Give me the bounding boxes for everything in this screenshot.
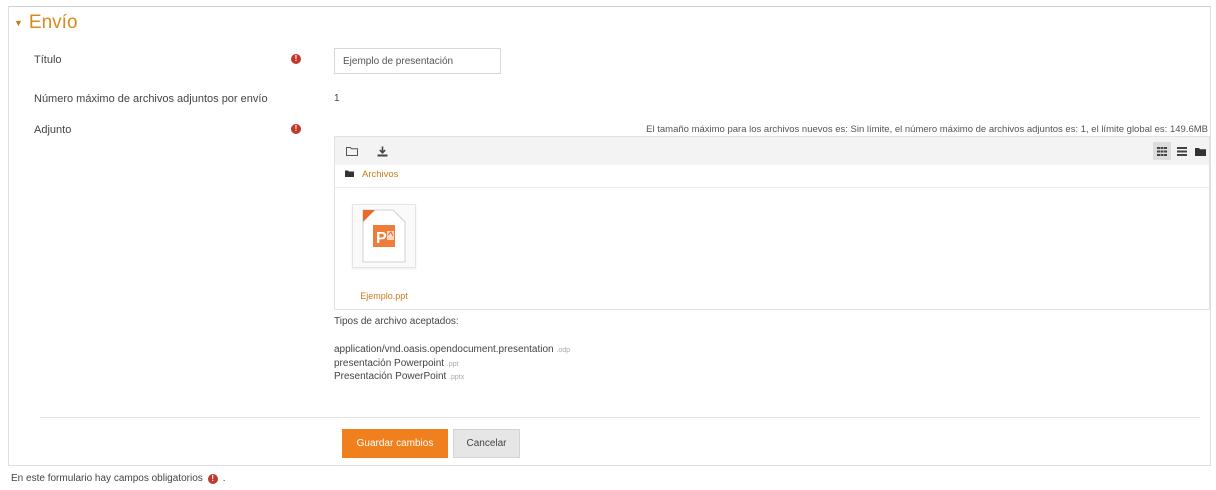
file-item[interactable]: P Ejemplo.ppt: [349, 204, 419, 301]
file-manager-toolbar: [335, 137, 1209, 165]
accepted-type-item: application/vnd.oasis.opendocument.prese…: [334, 344, 571, 355]
required-icon: !: [207, 473, 218, 484]
folder-icon: [345, 169, 354, 180]
required-icon: !: [291, 124, 301, 134]
cancel-button[interactable]: Cancelar: [453, 429, 520, 458]
required-note-suffix: .: [222, 473, 226, 484]
max-files-label: Número máximo de archivos adjuntos por e…: [34, 93, 268, 105]
accepted-type-item: presentación Powerpoint .ppt: [334, 357, 459, 369]
file-limits-text: El tamaño máximo para los archivos nuevo…: [646, 124, 1208, 135]
file-name[interactable]: Ejemplo.ppt: [349, 291, 419, 301]
title-input[interactable]: [334, 48, 501, 74]
section-header[interactable]: ▼ Envío: [14, 12, 78, 34]
accepted-type-item: Presentación PowerPoint .pptx: [334, 371, 465, 382]
title-label: Título: [34, 54, 62, 66]
section-title: Envío: [28, 12, 78, 33]
max-files-value: 1: [334, 93, 340, 104]
breadcrumb: Archivos: [345, 169, 398, 180]
file-manager: Archivos P Ejemplo.ppt: [334, 136, 1210, 310]
accepted-types-heading: Tipos de archivo aceptados:: [334, 316, 459, 327]
grid-view-icon[interactable]: [1153, 142, 1171, 160]
svg-text:P: P: [376, 230, 387, 247]
list-view-icon[interactable]: [1173, 142, 1191, 160]
divider: [40, 417, 1200, 418]
powerpoint-file-icon[interactable]: P: [352, 204, 416, 268]
file-drop-area[interactable]: P Ejemplo.ppt: [335, 187, 1209, 309]
collapse-caret-icon[interactable]: ▼: [14, 18, 23, 28]
breadcrumb-files-link[interactable]: Archivos: [362, 169, 398, 180]
tree-view-icon[interactable]: [1191, 142, 1209, 160]
accepted-types-list: application/vnd.oasis.opendocument.prese…: [334, 344, 570, 385]
attachment-label: Adjunto: [34, 124, 72, 136]
required-note-text: En este formulario hay campos obligatori…: [11, 473, 203, 484]
required-icon: !: [291, 54, 301, 64]
folder-add-icon[interactable]: [343, 142, 361, 160]
save-button[interactable]: Guardar cambios: [342, 429, 448, 458]
download-icon[interactable]: [373, 142, 391, 160]
required-fields-note: En este formulario hay campos obligatori…: [11, 473, 226, 484]
